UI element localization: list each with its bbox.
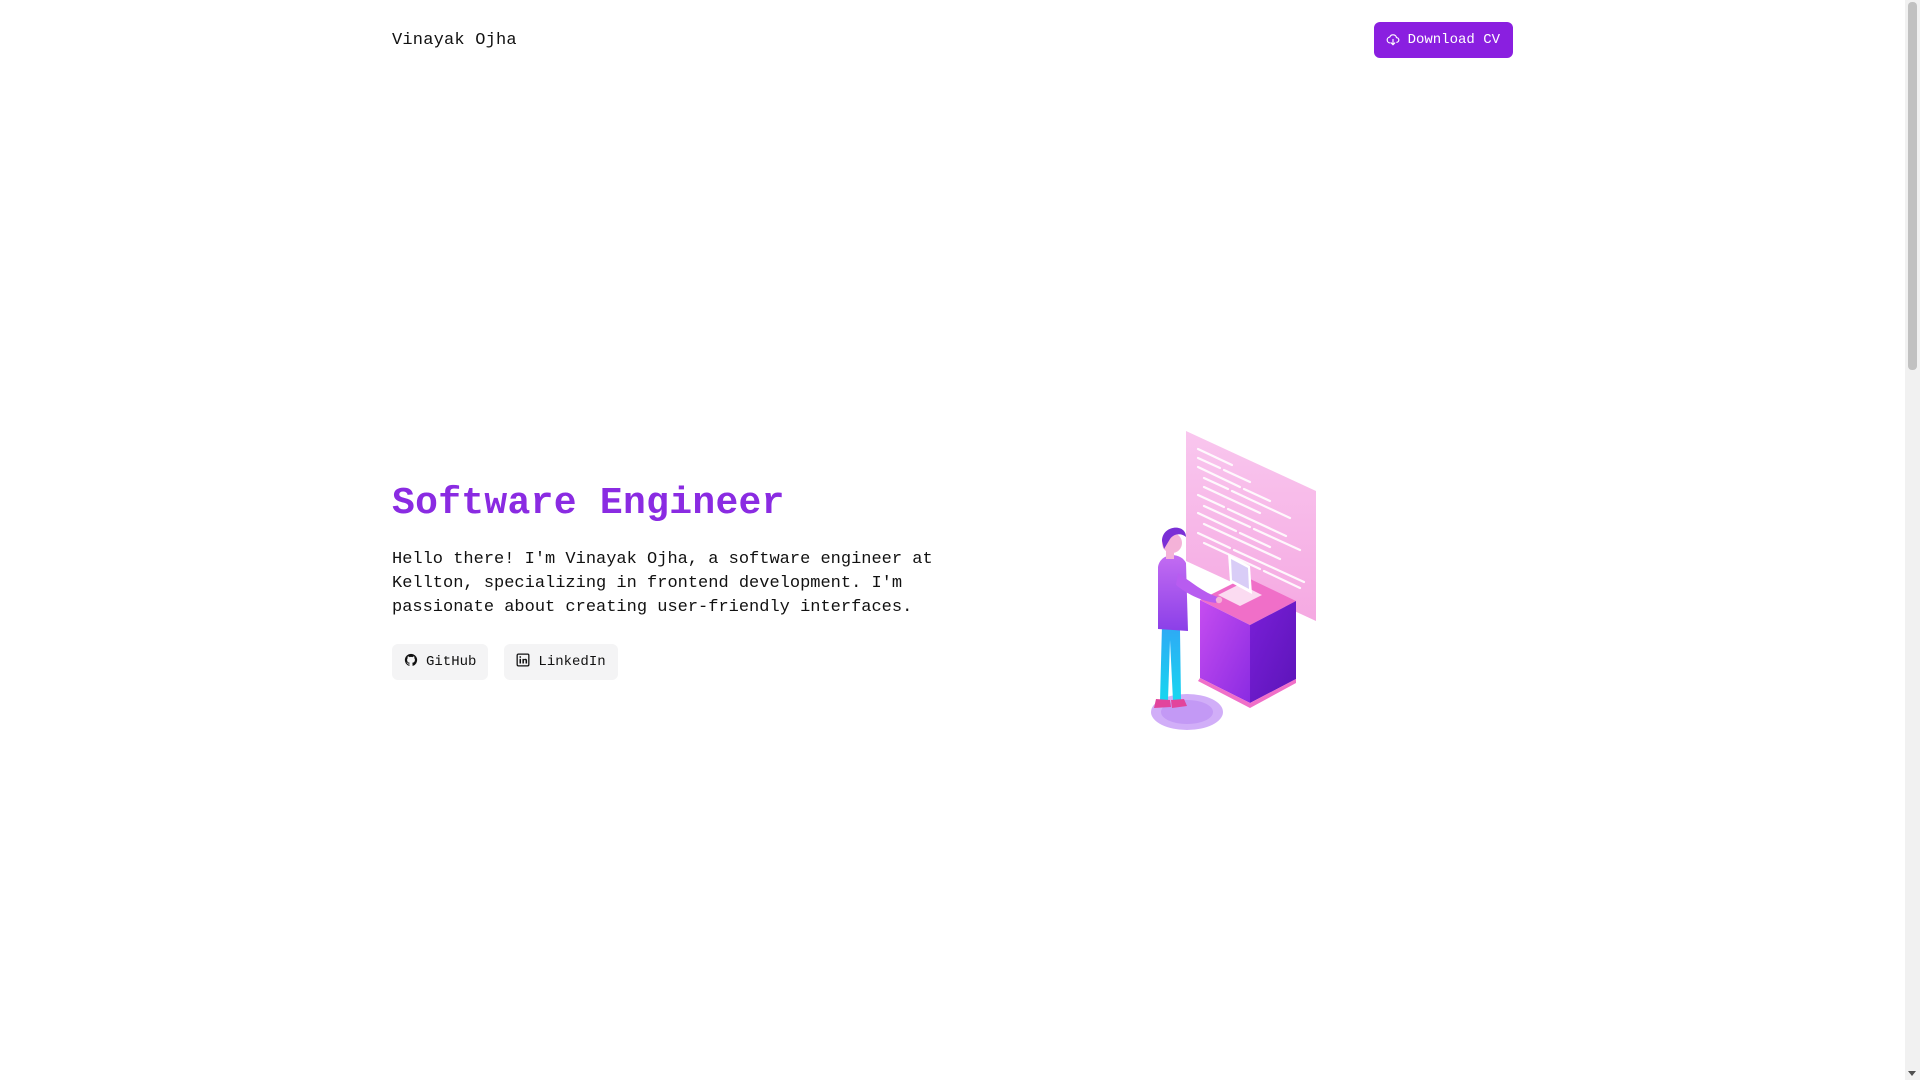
brand-name[interactable]: Vinayak Ojha xyxy=(392,31,517,50)
github-icon xyxy=(404,653,418,672)
page-scrollbar[interactable] xyxy=(1905,0,1920,1080)
linkedin-button[interactable]: LinkedIn xyxy=(504,644,618,680)
cloud-download-icon xyxy=(1386,33,1400,47)
download-cv-label: Download CV xyxy=(1407,32,1500,48)
scrollbar-thumb[interactable] xyxy=(1908,2,1917,370)
hero-section: Software Engineer Hello there! I'm Vinay… xyxy=(392,480,952,680)
hero-description: Hello there! I'm Vinayak Ojha, a softwar… xyxy=(392,550,933,617)
site-header: Vinayak Ojha Download CV xyxy=(392,22,1513,58)
download-cv-button[interactable]: Download CV xyxy=(1373,22,1513,58)
developer-illustration xyxy=(1140,425,1340,740)
github-label: GitHub xyxy=(426,654,477,670)
linkedin-label: LinkedIn xyxy=(538,654,606,670)
page: Vinayak Ojha Download CV Software Engine… xyxy=(0,0,1920,1080)
linkedin-icon xyxy=(516,653,530,672)
github-button[interactable]: GitHub xyxy=(392,644,489,680)
scroll-down-arrow-icon[interactable] xyxy=(1908,1071,1916,1076)
social-links: GitHub LinkedIn xyxy=(392,644,952,680)
hero-title: Software Engineer xyxy=(392,482,785,525)
